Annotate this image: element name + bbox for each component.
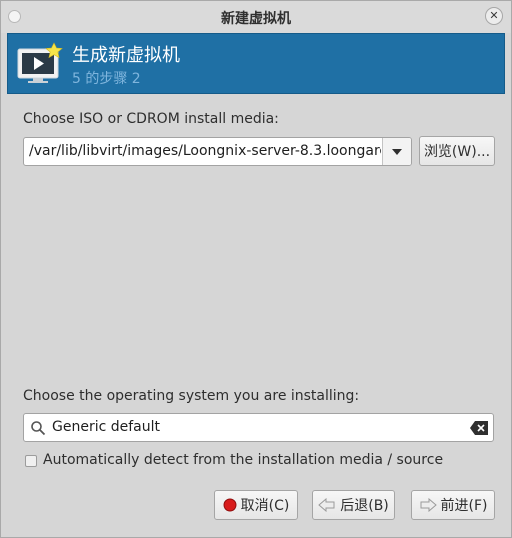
search-icon xyxy=(31,421,46,436)
back-button-label: 后退(B) xyxy=(340,498,389,514)
browse-button-label: 浏览(W)... xyxy=(423,144,491,160)
close-icon: ✕ xyxy=(489,9,499,22)
window-title: 新建虚拟机 xyxy=(221,11,291,27)
cancel-button-label: 取消(C) xyxy=(240,498,290,514)
title-bar[interactable]: 新建虚拟机 ✕ xyxy=(1,1,511,33)
autodetect-checkbox[interactable] xyxy=(25,455,37,467)
forward-arrow-icon xyxy=(420,498,437,512)
cancel-stop-icon xyxy=(223,498,237,512)
banner-title: 生成新虚拟机 xyxy=(72,45,180,66)
back-arrow-icon xyxy=(318,498,335,512)
install-media-label: Choose ISO or CDROM install media: xyxy=(23,111,279,127)
step-indicator: 5 的步骤 2 xyxy=(72,71,141,87)
close-button[interactable]: ✕ xyxy=(485,7,503,25)
install-media-combo[interactable]: /var/lib/libvirt/images/Loongnix-server-… xyxy=(23,137,412,166)
forward-button[interactable]: 前进(F) xyxy=(411,490,495,520)
autodetect-label[interactable]: Automatically detect from the installati… xyxy=(43,452,443,468)
new-vm-dialog: 新建虚拟机 ✕ 生成新虚拟机 5 的步骤 2 Choose ISO or CDR… xyxy=(0,0,512,538)
dropdown-arrow-icon[interactable] xyxy=(382,138,411,165)
os-search-field[interactable]: Generic default xyxy=(23,413,494,442)
browse-button[interactable]: 浏览(W)... xyxy=(419,136,495,166)
os-label: Choose the operating system you are inst… xyxy=(23,388,360,404)
vm-monitor-icon xyxy=(17,42,63,83)
wizard-banner: 生成新虚拟机 5 的步骤 2 xyxy=(7,33,505,94)
install-media-path[interactable]: /var/lib/libvirt/images/Loongnix-server-… xyxy=(29,143,381,159)
forward-button-label: 前进(F) xyxy=(440,498,488,514)
back-button[interactable]: 后退(B) xyxy=(312,490,395,520)
cancel-button[interactable]: 取消(C) xyxy=(214,490,298,520)
os-search-value[interactable]: Generic default xyxy=(52,419,160,435)
clear-text-icon[interactable] xyxy=(470,421,488,435)
